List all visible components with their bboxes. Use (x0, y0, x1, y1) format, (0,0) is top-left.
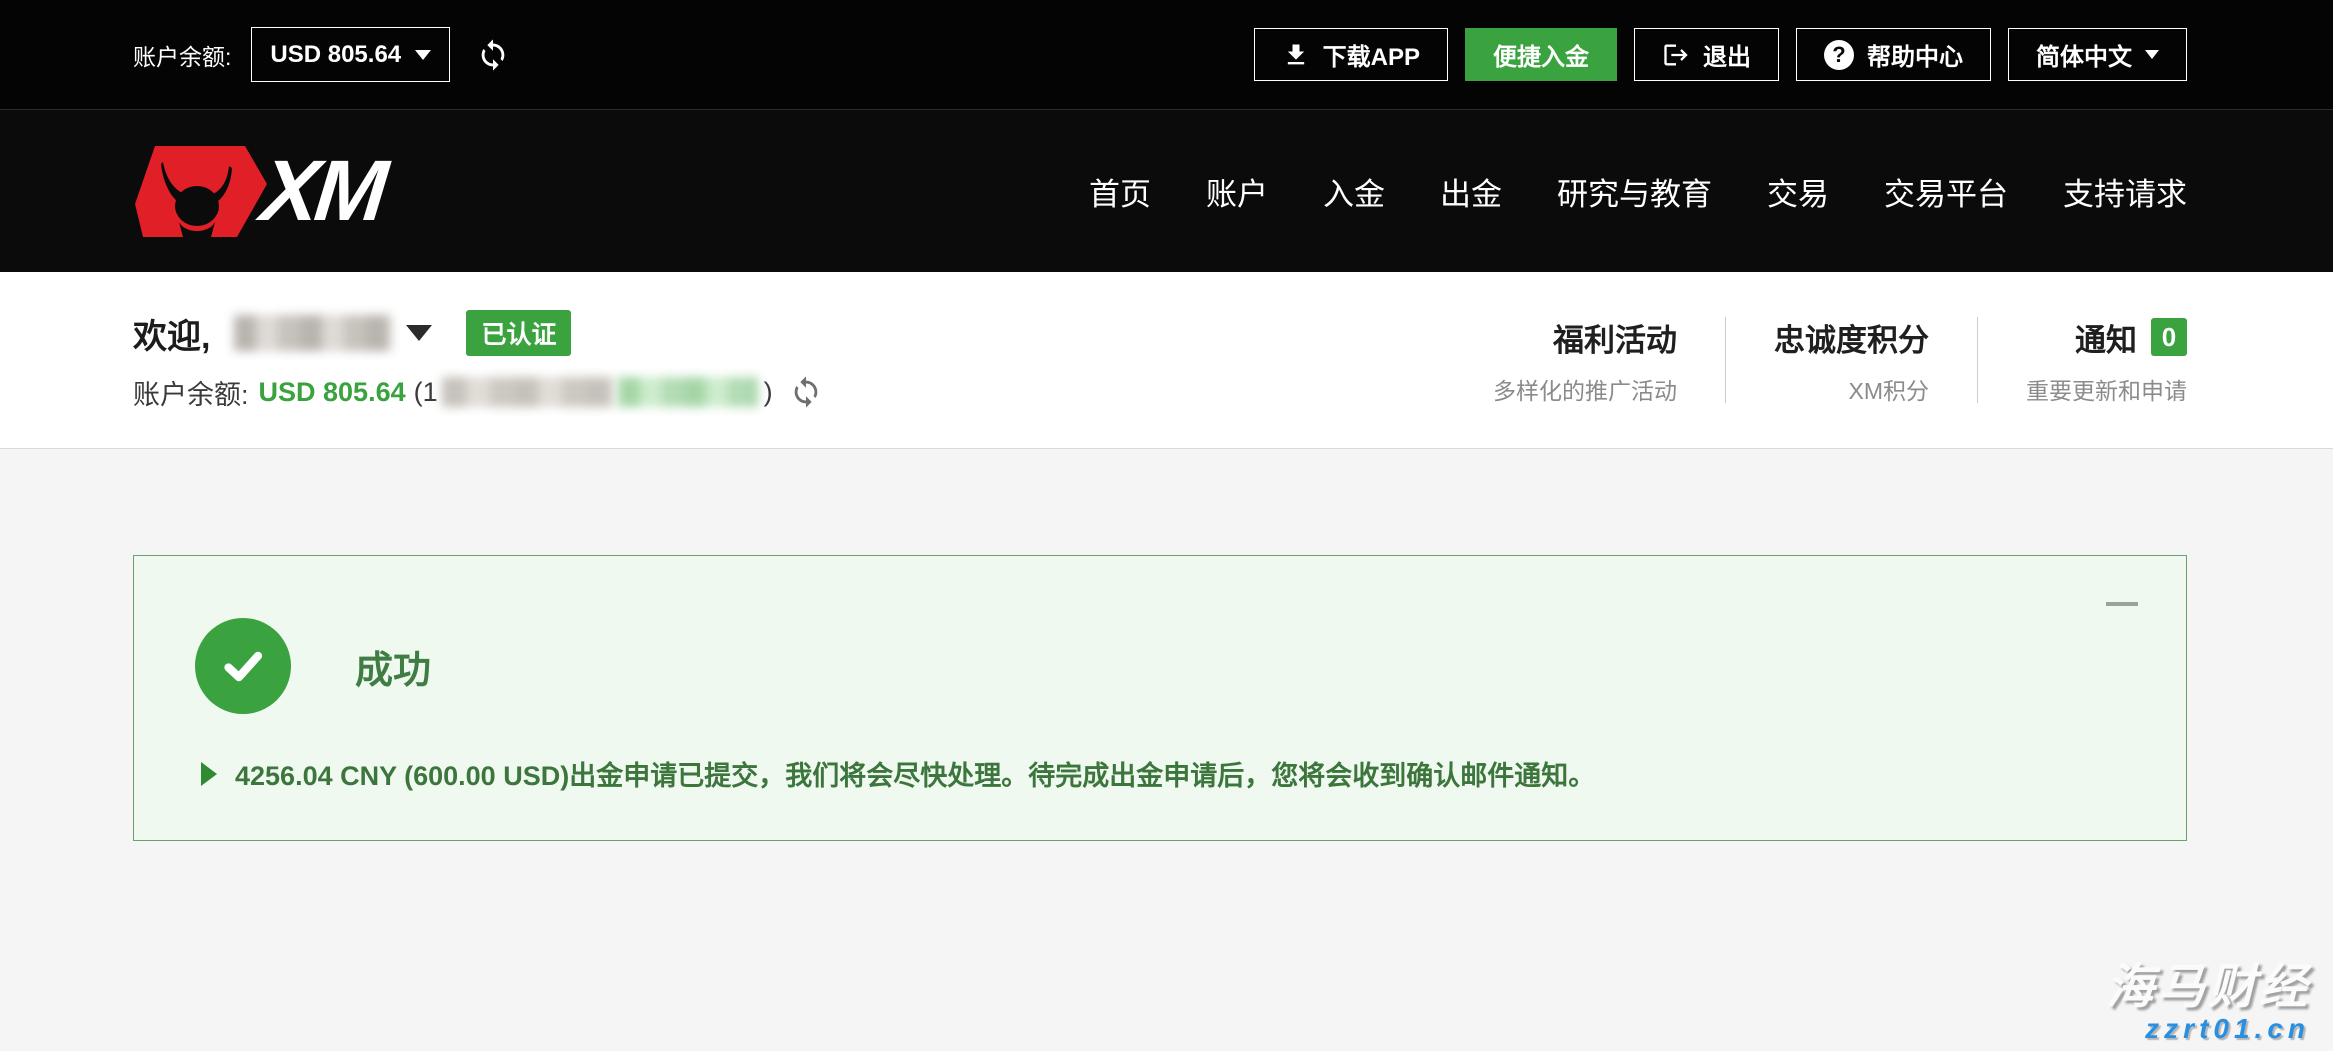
account-balance-dropdown[interactable]: USD 805.64 (251, 27, 450, 82)
promotions-subtitle: 多样化的推广活动 (1493, 372, 1677, 406)
nav-item-support[interactable]: 支持请求 (2063, 169, 2187, 214)
nav-item-account[interactable]: 账户 (1206, 169, 1268, 214)
account-number-prefix: (1 (414, 377, 438, 408)
notifications-title: 通知 (2075, 315, 2137, 360)
loyalty-points-link[interactable]: 忠诚度积分 XM积分 (1726, 315, 1977, 406)
collapse-alert-button[interactable] (2106, 602, 2138, 606)
bullet-triangle-icon (201, 762, 217, 786)
language-selector[interactable]: 简体中文 (2008, 28, 2187, 81)
topbar-actions: 下载APP 便捷入金 退出 ? 帮助中心 简体中文 (1254, 28, 2187, 81)
nav-item-deposit[interactable]: 入金 (1323, 169, 1385, 214)
account-number-redacted (442, 377, 614, 407)
nav-item-trading[interactable]: 交易 (1767, 169, 1829, 214)
main-header: XM 首页 账户 入金 出金 研究与教育 交易 交易平台 支持请求 (0, 110, 2333, 272)
download-app-label: 下载APP (1323, 37, 1420, 72)
notifications-link[interactable]: 通知 0 重要更新和申请 (1978, 315, 2187, 406)
main-navigation: 首页 账户 入金 出金 研究与教育 交易 交易平台 支持请求 (1089, 169, 2187, 214)
quick-deposit-label: 便捷入金 (1493, 37, 1589, 72)
xm-logo-text: XM (257, 148, 387, 234)
download-icon (1282, 41, 1310, 69)
top-utility-bar: 账户余额: USD 805.64 下载APP 便捷入金 退出 ? 帮助中心 (0, 0, 2333, 110)
topbar-balance-label: 账户余额: (133, 38, 231, 72)
success-alert: 成功 4256.04 CNY (600.00 USD)出金申请已提交，我们将会尽… (133, 555, 2187, 841)
alert-title-row: 成功 (195, 618, 2186, 714)
greeting-text: 欢迎, (133, 309, 210, 358)
nav-item-platforms[interactable]: 交易平台 (1884, 169, 2008, 214)
user-name-redacted (234, 315, 392, 351)
nav-item-home[interactable]: 首页 (1089, 169, 1151, 214)
verified-status-badge: 已认证 (466, 310, 571, 356)
logout-label: 退出 (1703, 37, 1751, 72)
help-center-label: 帮助中心 (1867, 37, 1963, 72)
language-label: 简体中文 (2036, 37, 2132, 72)
notifications-count-badge: 0 (2151, 318, 2187, 356)
logout-icon (1662, 41, 1690, 69)
nav-item-withdraw[interactable]: 出金 (1440, 169, 1502, 214)
chevron-down-icon (2145, 50, 2159, 59)
greeting-row: 欢迎, 已认证 (133, 309, 823, 358)
alert-message-row: 4256.04 CNY (600.00 USD)出金申请已提交，我们将会尽快处理… (201, 754, 2186, 793)
watermark-url: zzrt01.cn (2106, 1014, 2310, 1043)
loyalty-points-title: 忠诚度积分 (1774, 315, 1929, 360)
account-balance-amount: USD 805.64 (259, 377, 406, 408)
welcome-strip: 欢迎, 已认证 账户余额: USD 805.64 (1 ) 福利活动 多样化的推… (0, 272, 2333, 449)
alert-message: 4256.04 CNY (600.00 USD)出金申请已提交，我们将会尽快处理… (235, 754, 1595, 793)
topbar-balance-group: 账户余额: USD 805.64 (133, 27, 510, 82)
account-number-suffix: ) (764, 377, 773, 408)
welcome-quick-links: 福利活动 多样化的推广活动 忠诚度积分 XM积分 通知 0 重要更新和申请 (1445, 315, 2187, 406)
notifications-subtitle: 重要更新和申请 (2026, 372, 2187, 406)
download-app-button[interactable]: 下载APP (1254, 28, 1448, 81)
success-check-icon (195, 618, 291, 714)
promotions-title: 福利活动 (1553, 315, 1677, 360)
xm-bull-icon (133, 144, 268, 239)
logout-button[interactable]: 退出 (1634, 28, 1779, 81)
account-balance-value: USD 805.64 (270, 41, 401, 69)
account-type-redacted (618, 377, 758, 407)
quick-deposit-button[interactable]: 便捷入金 (1465, 28, 1617, 81)
refresh-balance-icon[interactable] (476, 38, 510, 72)
alert-title: 成功 (355, 639, 431, 694)
page-content: 成功 4256.04 CNY (600.00 USD)出金申请已提交，我们将会尽… (0, 449, 2333, 1051)
refresh-account-icon[interactable] (789, 375, 823, 409)
site-watermark: 海马财经 zzrt01.cn (2106, 963, 2310, 1043)
chevron-down-icon (415, 50, 431, 60)
account-balance-label: 账户余额: (133, 373, 249, 412)
loyalty-points-subtitle: XM积分 (1774, 372, 1929, 406)
account-balance-row: 账户余额: USD 805.64 (1 ) (133, 373, 823, 412)
xm-logo[interactable]: XM (133, 144, 383, 239)
user-menu-chevron-icon[interactable] (406, 325, 432, 341)
welcome-user-block: 欢迎, 已认证 账户余额: USD 805.64 (1 ) (133, 309, 823, 412)
watermark-brand: 海马财经 (2106, 963, 2310, 1013)
help-center-button[interactable]: ? 帮助中心 (1796, 28, 1991, 81)
promotions-link[interactable]: 福利活动 多样化的推广活动 (1445, 315, 1725, 406)
nav-item-research-education[interactable]: 研究与教育 (1557, 169, 1712, 214)
question-mark-icon: ? (1824, 40, 1854, 70)
